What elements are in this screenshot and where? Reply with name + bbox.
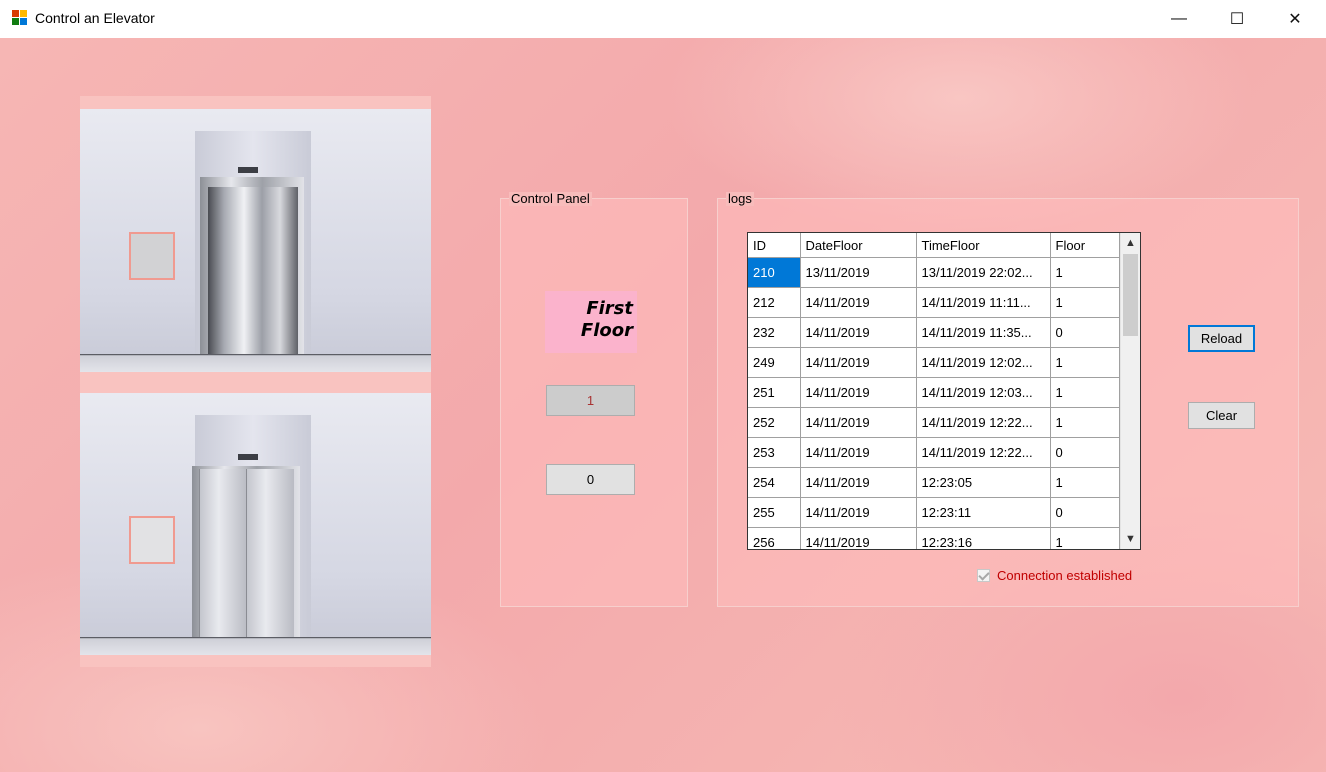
window-title: Control an Elevator: [35, 10, 155, 26]
minimize-icon: —: [1171, 10, 1187, 27]
title-bar: Control an Elevator — ☐ ✕: [0, 0, 1326, 39]
cell-time[interactable]: 14/11/2019 12:02...: [915, 347, 1051, 378]
connection-checkbox[interactable]: [977, 569, 990, 582]
cell-id[interactable]: 254: [748, 467, 801, 498]
cell-id[interactable]: 256: [748, 527, 801, 549]
table-row[interactable]: 249 14/11/2019 14/11/2019 12:02... 1: [748, 347, 1120, 378]
cell-date[interactable]: 14/11/2019: [799, 347, 917, 378]
right-door-icon: [246, 469, 294, 637]
cell-id[interactable]: 232: [748, 317, 801, 348]
logs-table: ID DateFloor TimeFloor Floor 210 13/11/20…: [748, 233, 1120, 549]
cell-id[interactable]: 252: [748, 407, 801, 438]
table-row[interactable]: 210 13/11/2019 13/11/2019 22:02... 1: [748, 257, 1120, 288]
connection-label: Connection established: [997, 568, 1133, 583]
scroll-up-icon[interactable]: ▲: [1121, 233, 1140, 253]
cell-date[interactable]: 14/11/2019: [799, 317, 917, 348]
cell-time[interactable]: 14/11/2019 12:22...: [915, 437, 1051, 468]
cell-time[interactable]: 14/11/2019 12:22...: [915, 407, 1051, 438]
cell-floor[interactable]: 1: [1049, 377, 1120, 408]
column-header-timefloor[interactable]: TimeFloor: [915, 233, 1051, 258]
elevator-upper-frame: [80, 96, 431, 391]
cell-floor[interactable]: 0: [1049, 317, 1120, 348]
close-button[interactable]: ✕: [1266, 0, 1324, 38]
vertical-scrollbar[interactable]: ▲ ▼: [1120, 233, 1140, 549]
reload-button[interactable]: Reload: [1188, 325, 1255, 352]
elevator-open-picture: [80, 109, 431, 372]
cell-date[interactable]: 14/11/2019: [799, 287, 917, 318]
close-icon: ✕: [1288, 11, 1302, 28]
table-row[interactable]: 253 14/11/2019 14/11/2019 12:22... 0: [748, 437, 1120, 468]
cell-id[interactable]: 251: [748, 377, 801, 408]
elevator-lower-frame: [80, 391, 431, 667]
column-header-floor[interactable]: Floor: [1049, 233, 1120, 258]
cell-id[interactable]: 210: [748, 257, 801, 288]
cell-date[interactable]: 14/11/2019: [799, 467, 917, 498]
cell-time[interactable]: 14/11/2019 11:11...: [915, 287, 1051, 318]
control-panel-title: Control Panel: [509, 191, 592, 206]
cell-date[interactable]: 14/11/2019: [799, 437, 917, 468]
cell-date[interactable]: 14/11/2019: [799, 407, 917, 438]
table-row[interactable]: 232 14/11/2019 14/11/2019 11:35... 0: [748, 317, 1120, 348]
column-header-datefloor[interactable]: DateFloor: [799, 233, 917, 258]
cell-date[interactable]: 14/11/2019: [799, 377, 917, 408]
table-row[interactable]: 256 14/11/2019 12:23:16 1: [748, 527, 1120, 549]
cell-date[interactable]: 13/11/2019: [799, 257, 917, 288]
floor-indicator-icon: [238, 167, 258, 173]
scroll-thumb[interactable]: [1123, 254, 1138, 336]
cell-floor[interactable]: 1: [1049, 347, 1120, 378]
logs-title: logs: [726, 191, 754, 206]
minimize-button[interactable]: —: [1150, 0, 1208, 38]
cell-id[interactable]: 212: [748, 287, 801, 318]
cell-time[interactable]: 12:23:16: [915, 527, 1051, 549]
floor-indicator-icon: [238, 454, 258, 460]
cell-time[interactable]: 14/11/2019 11:35...: [915, 317, 1051, 348]
cell-time[interactable]: 12:23:05: [915, 467, 1051, 498]
elevator-closed-picture: [80, 393, 431, 655]
cell-time[interactable]: 13/11/2019 22:02...: [915, 257, 1051, 288]
current-floor-label: First Floor: [545, 291, 637, 353]
table-row[interactable]: 251 14/11/2019 14/11/2019 12:03... 1: [748, 377, 1120, 408]
cell-id[interactable]: 249: [748, 347, 801, 378]
maximize-button[interactable]: ☐: [1208, 0, 1266, 38]
cell-floor[interactable]: 0: [1049, 497, 1120, 528]
cell-floor[interactable]: 0: [1049, 437, 1120, 468]
cell-floor[interactable]: 1: [1049, 407, 1120, 438]
maximize-icon: ☐: [1229, 11, 1245, 28]
call-panel-icon: [129, 516, 175, 564]
floor-strip: [80, 354, 431, 372]
table-row[interactable]: 255 14/11/2019 12:23:11 0: [748, 497, 1120, 528]
cell-floor[interactable]: 1: [1049, 287, 1120, 318]
cell-id[interactable]: 253: [748, 437, 801, 468]
floor-label-line2: Floor: [580, 320, 633, 341]
cell-id[interactable]: 255: [748, 497, 801, 528]
cell-floor[interactable]: 1: [1049, 257, 1120, 288]
floor-1-button[interactable]: 1: [546, 385, 635, 416]
table-header-row: ID DateFloor TimeFloor Floor: [748, 233, 1120, 258]
left-door-icon: [199, 469, 247, 637]
logs-grid[interactable]: ID DateFloor TimeFloor Floor 210 13/11/20…: [747, 232, 1141, 550]
floor-0-button[interactable]: 0: [546, 464, 635, 495]
table-row[interactable]: 212 14/11/2019 14/11/2019 11:11... 1: [748, 287, 1120, 318]
table-row[interactable]: 252 14/11/2019 14/11/2019 12:22... 1: [748, 407, 1120, 438]
floor-strip: [80, 637, 431, 655]
table-row[interactable]: 254 14/11/2019 12:23:05 1: [748, 467, 1120, 498]
connection-status: Connection established: [977, 568, 1132, 583]
column-header-id[interactable]: ID: [748, 233, 801, 258]
floor-label-line1: First: [586, 298, 633, 319]
app-icon: [12, 10, 28, 26]
cell-date[interactable]: 14/11/2019: [799, 527, 917, 549]
cell-floor[interactable]: 1: [1049, 467, 1120, 498]
cell-time[interactable]: 12:23:11: [915, 497, 1051, 528]
scroll-down-icon[interactable]: ▼: [1121, 529, 1140, 549]
cell-floor[interactable]: 1: [1049, 527, 1120, 549]
call-panel-icon: [129, 232, 175, 280]
clear-button[interactable]: Clear: [1188, 402, 1255, 429]
cell-time[interactable]: 14/11/2019 12:03...: [915, 377, 1051, 408]
cell-date[interactable]: 14/11/2019: [799, 497, 917, 528]
open-cabin-icon: [208, 187, 298, 359]
